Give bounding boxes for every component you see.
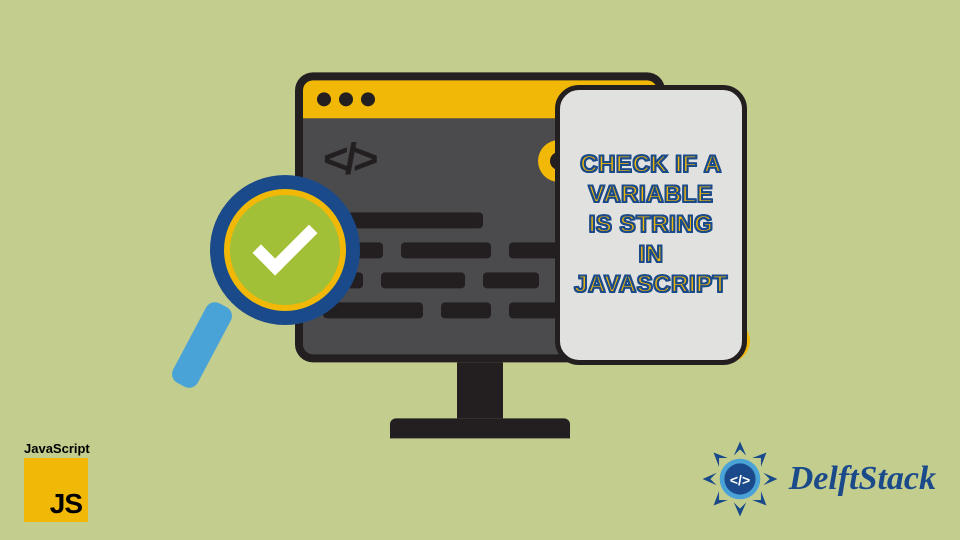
- window-control-dot: [339, 92, 353, 106]
- magnifier-handle: [169, 299, 236, 392]
- code-segment: [381, 272, 465, 288]
- svg-text:</>: </>: [730, 472, 750, 488]
- code-segment: [401, 242, 491, 258]
- monitor-base: [390, 418, 570, 438]
- javascript-badge: JavaScript JS: [24, 441, 102, 522]
- magnifier-lens: [210, 175, 360, 325]
- delftstack-brand: </> DelftStack: [701, 440, 936, 518]
- delftstack-text: DelftStack: [789, 460, 936, 498]
- title-panel: CHECK IF A VARIABLE IS STRING IN JAVASCR…: [555, 85, 747, 365]
- window-control-dot: [317, 92, 331, 106]
- js-logo-icon: JS: [24, 458, 88, 522]
- code-segment: [323, 302, 423, 318]
- title-text: CHECK IF A VARIABLE IS STRING IN JAVASCR…: [574, 150, 728, 300]
- js-logo-text: JS: [50, 488, 82, 520]
- code-segment: [483, 272, 539, 288]
- window-control-dot: [361, 92, 375, 106]
- delftstack-logo-icon: </>: [701, 440, 779, 518]
- code-segment: [441, 302, 491, 318]
- check-icon: [252, 210, 317, 275]
- javascript-label: JavaScript: [24, 441, 102, 456]
- monitor-stand: [457, 362, 503, 418]
